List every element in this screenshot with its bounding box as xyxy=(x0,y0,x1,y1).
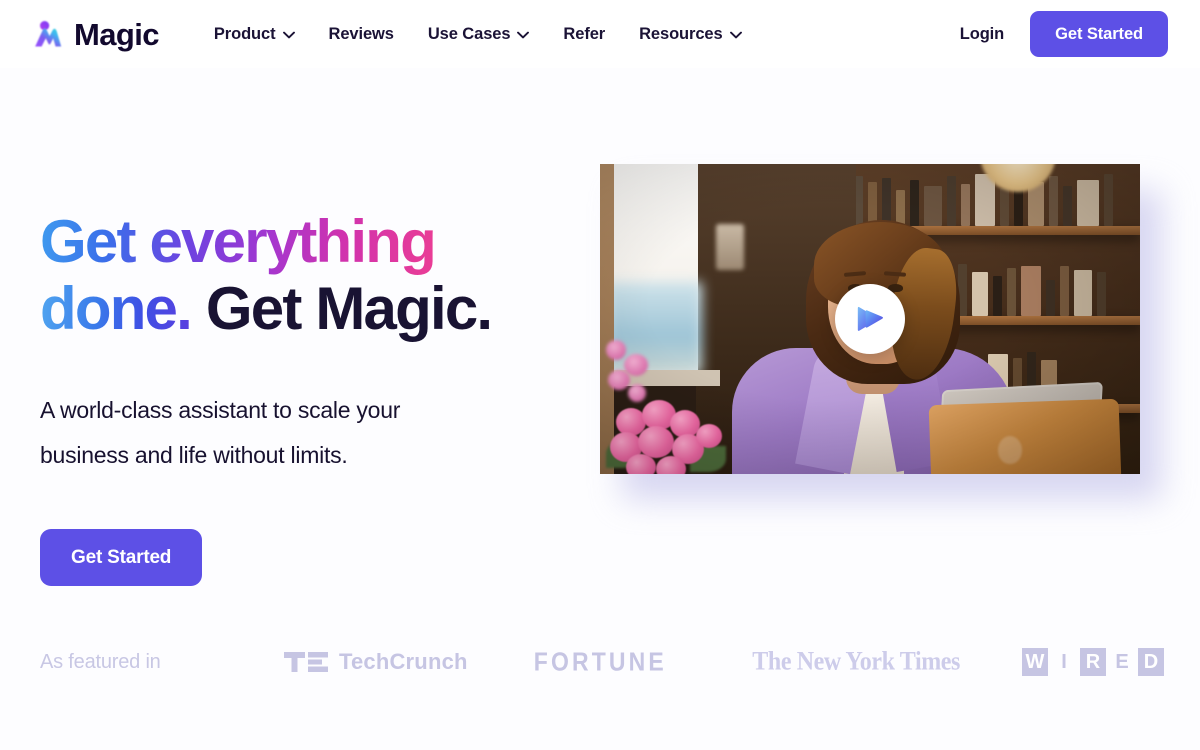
nav-item-product-label: Product xyxy=(213,24,276,43)
wired-logo: W I R E D xyxy=(1022,648,1164,676)
main-nav: Product Reviews Use Cases Refer Resource… xyxy=(197,17,759,52)
nav-item-resources-label: Resources xyxy=(639,24,723,43)
chevron-down-icon xyxy=(282,29,295,39)
hero-media xyxy=(600,164,1162,500)
new-york-times-logo: The New York Times xyxy=(752,647,960,676)
magic-m-logo-icon xyxy=(30,17,64,51)
nav-item-product[interactable]: Product xyxy=(197,17,312,52)
page-title: Get everything done. Get Magic. xyxy=(40,208,600,342)
wired-letter-i: I xyxy=(1061,650,1067,673)
nav-item-resources[interactable]: Resources xyxy=(622,17,758,52)
press-logo-list: TechCrunch FORTUNE The New York Times W … xyxy=(283,646,1164,677)
hero-section: Get everything done. Get Magic. A world-… xyxy=(0,68,1200,586)
play-icon xyxy=(854,304,886,334)
nav-item-use-cases[interactable]: Use Cases xyxy=(411,17,547,52)
new-york-times-wordmark: The New York Times xyxy=(752,647,960,676)
wired-letter-r: R xyxy=(1080,648,1106,676)
nav-item-refer-label: Refer xyxy=(563,24,606,43)
brand-name: Magic xyxy=(74,16,159,52)
chevron-down-icon xyxy=(729,29,742,39)
play-button[interactable] xyxy=(835,284,905,354)
techcrunch-wordmark: TechCrunch xyxy=(338,649,468,674)
headline-line-1: Get everything xyxy=(40,208,437,275)
site-header: Magic Product Reviews Use Cases Refer Re… xyxy=(0,0,1200,68)
hero-get-started-button[interactable]: Get Started xyxy=(40,528,203,586)
hero-copy: Get everything done. Get Magic. A world-… xyxy=(40,164,600,586)
as-featured-in-section: As featured in TechCrunch FORTUNE The Ne… xyxy=(0,630,1200,694)
as-featured-in-label: As featured in xyxy=(40,650,161,673)
hero-subheading: A world-class assistant to scale your bu… xyxy=(40,388,520,476)
nav-item-reviews-label: Reviews xyxy=(328,24,394,43)
hero-subheading-line-2: business and life without limits. xyxy=(40,441,348,468)
video-thumbnail[interactable] xyxy=(600,164,1140,474)
video-player[interactable] xyxy=(600,164,1162,500)
hero-subheading-line-1: A world-class assistant to scale your xyxy=(40,397,401,424)
nav-item-reviews[interactable]: Reviews xyxy=(312,17,411,52)
wired-letter-d: D xyxy=(1138,648,1164,676)
wired-letter-w: W xyxy=(1022,648,1048,676)
headline-line-2-solid: Get Magic. xyxy=(205,275,493,343)
login-link[interactable]: Login xyxy=(960,25,1005,44)
headline-line-2-gradient: done. xyxy=(40,275,193,343)
fortune-wordmark: FORTUNE xyxy=(533,646,667,677)
header-actions: Login Get Started xyxy=(960,10,1168,58)
techcrunch-mark-icon xyxy=(283,652,328,672)
wired-letter-e: E xyxy=(1115,650,1129,673)
header-get-started-button[interactable]: Get Started xyxy=(1030,10,1168,58)
nav-item-use-cases-label: Use Cases xyxy=(427,24,511,43)
brand-logo-link[interactable]: Magic xyxy=(30,17,159,51)
fortune-logo: FORTUNE xyxy=(528,646,673,677)
chevron-down-icon xyxy=(517,29,530,39)
nav-item-refer[interactable]: Refer xyxy=(546,17,622,52)
techcrunch-logo: TechCrunch xyxy=(283,649,468,675)
